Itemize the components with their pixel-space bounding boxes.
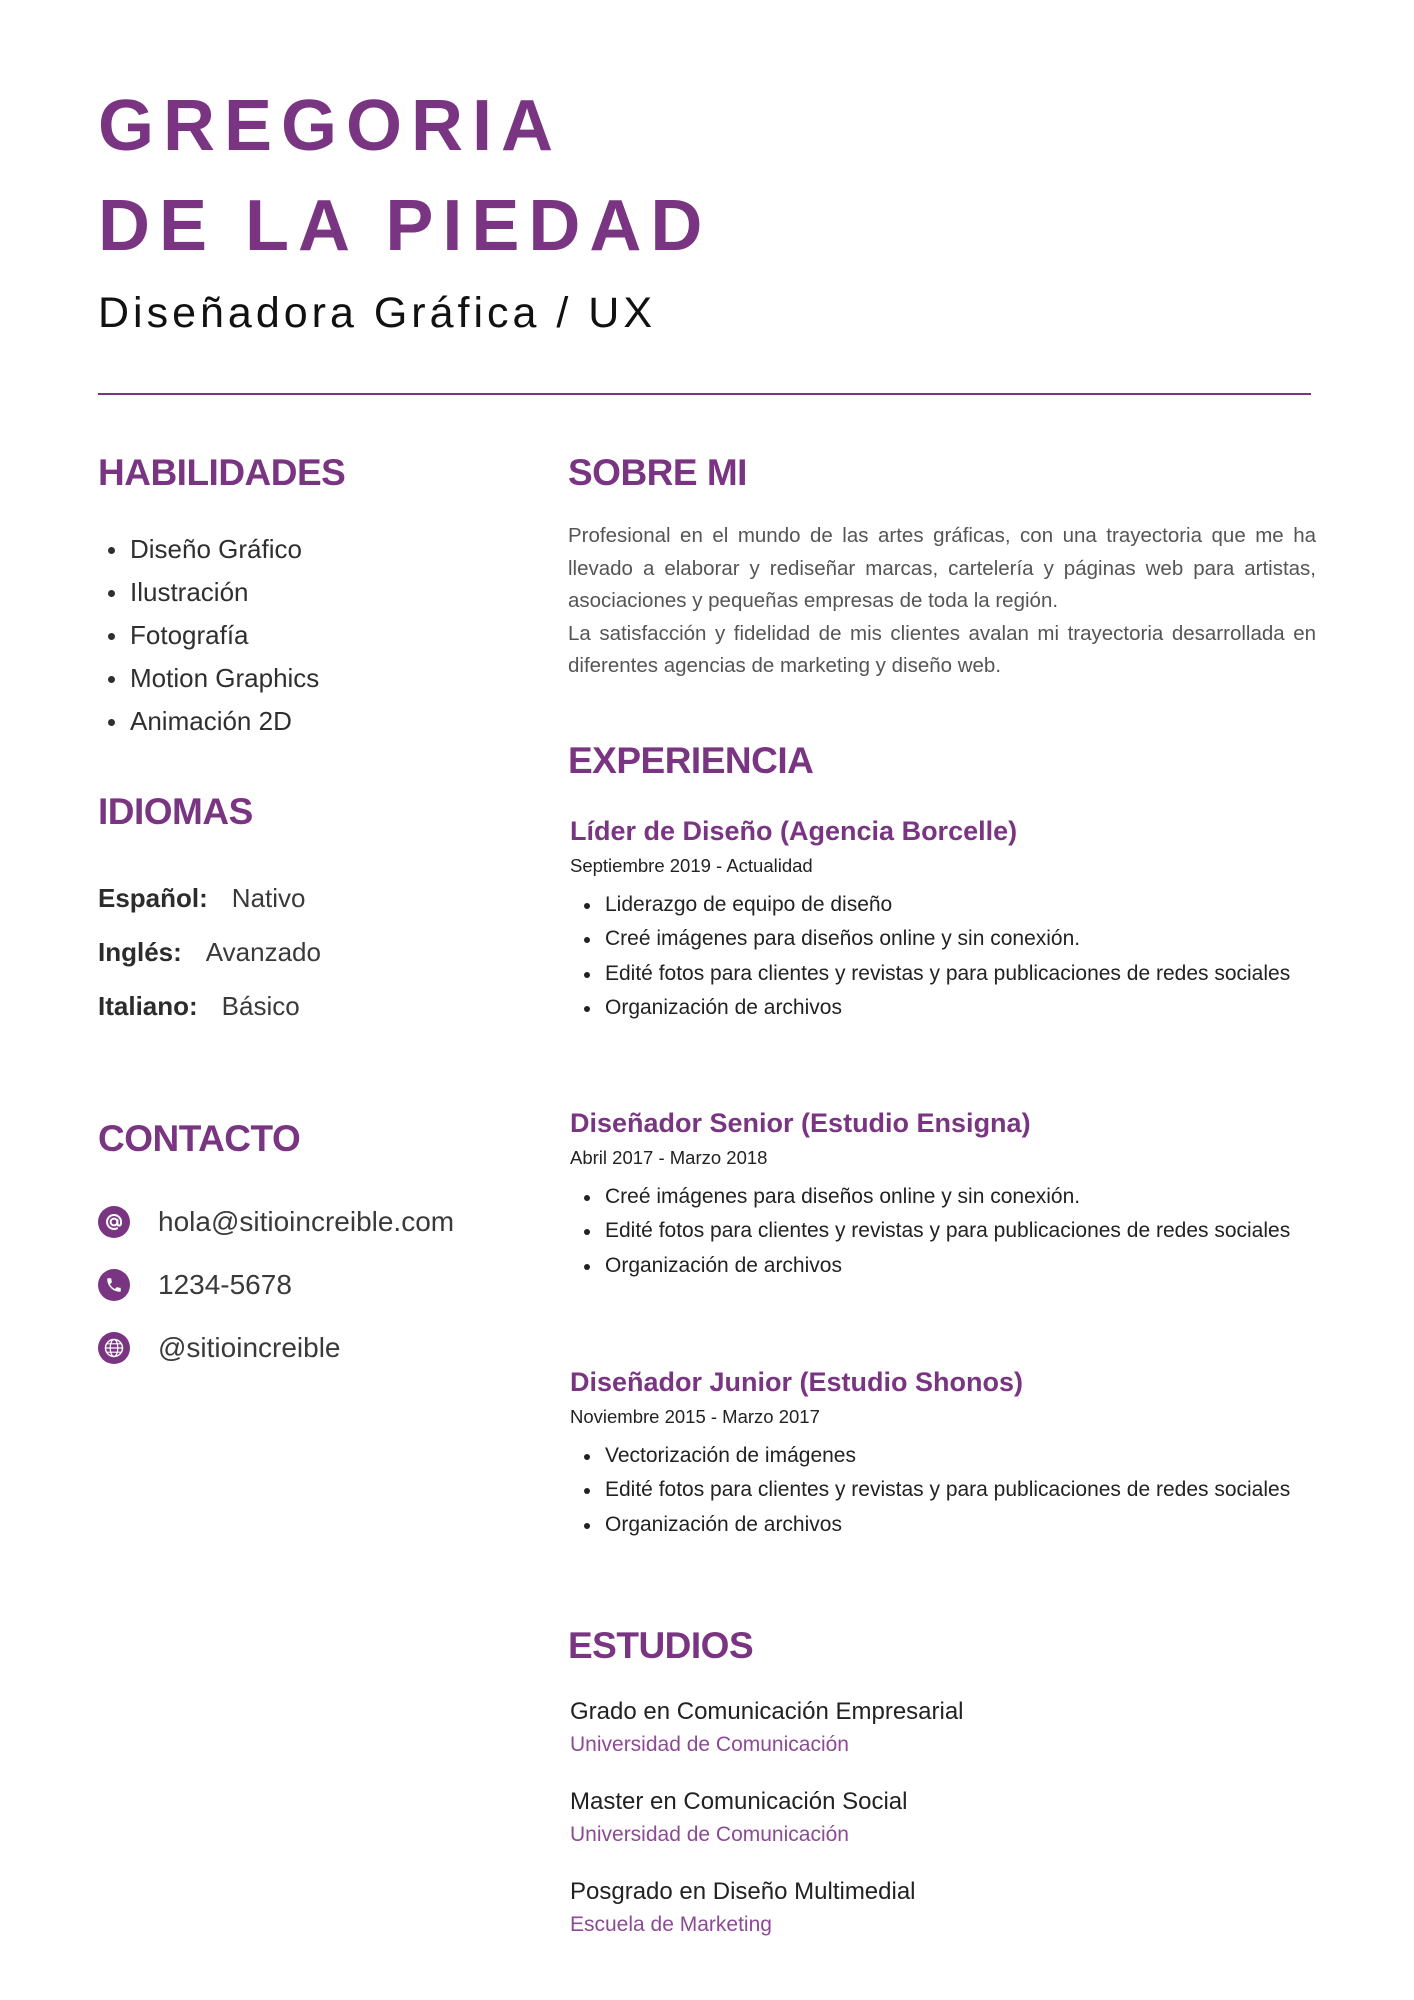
job-role: Diseñador Junior (Estudio Shonos) <box>570 1367 1024 1397</box>
job-tasks: Creé imágenes para diseños online y sin … <box>570 1180 1330 1284</box>
experience-item: Diseñador Senior (Estudio Ensigna) Abril… <box>570 1110 1330 1283</box>
education-degree: Master en Comunicación Social <box>570 1788 908 1815</box>
education-school: Escuela de Marketing <box>570 1913 772 1936</box>
job-dates: Noviembre 2015 - Marzo 2017 <box>570 1406 820 1427</box>
job-role: Líder de Diseño (Agencia Borcelle) <box>570 816 1018 846</box>
phone-icon <box>98 1269 130 1301</box>
education-item: Master en Comunicación Social Universida… <box>570 1788 908 1846</box>
contact-email-text: hola@sitioincreible.com <box>158 1206 455 1237</box>
language-label: Inglés: <box>98 937 182 967</box>
about-text: Profesional en el mundo de las artes grá… <box>568 520 1316 683</box>
skill-item: Fotografía <box>98 614 319 657</box>
first-name: GREGORIA <box>98 86 563 166</box>
skill-item: Motion Graphics <box>98 657 319 700</box>
contact-email[interactable]: hola@sitioincreible.com <box>98 1205 454 1239</box>
education-degree: Grado en Comunicación Empresarial <box>570 1698 964 1725</box>
education-school: Universidad de Comunicación <box>570 1733 849 1756</box>
skills-heading: HABILIDADES <box>98 452 346 493</box>
experience-item: Diseñador Junior (Estudio Shonos) Noviem… <box>570 1369 1330 1542</box>
skill-item: Animación 2D <box>98 700 319 743</box>
job-role: Diseñador Senior (Estudio Ensigna) <box>570 1108 1031 1138</box>
education-degree: Posgrado en Diseño Multimedial <box>570 1878 916 1905</box>
about-heading: SOBRE MI <box>568 452 747 493</box>
about-paragraph: La satisfacción y fidelidad de mis clien… <box>568 621 1316 678</box>
job-task: Vectorización de imágenes <box>570 1439 1345 1474</box>
skill-item: Ilustración <box>98 571 319 614</box>
education-school: Universidad de Comunicación <box>570 1823 849 1846</box>
job-dates: Septiembre 2019 - Actualidad <box>570 855 813 876</box>
language-row: Italiano: Básico <box>98 993 300 1019</box>
contact-web-text: @sitioincreible <box>158 1332 341 1363</box>
education-heading: ESTUDIOS <box>568 1625 754 1666</box>
job-task: Organización de archivos <box>570 991 1345 1026</box>
contact-web[interactable]: @sitioincreible <box>98 1331 341 1365</box>
education-item: Grado en Comunicación Empresarial Univer… <box>570 1698 964 1756</box>
at-icon <box>98 1206 130 1238</box>
language-label: Italiano: <box>98 991 198 1021</box>
language-row: Inglés: Avanzado <box>98 939 321 965</box>
job-tasks: Vectorización de imágenes Edité fotos pa… <box>570 1439 1330 1543</box>
job-task: Organización de archivos <box>570 1249 1345 1284</box>
job-dates: Abril 2017 - Marzo 2018 <box>570 1147 768 1168</box>
language-level: Nativo <box>231 883 306 913</box>
education-item: Posgrado en Diseño Multimedial Escuela d… <box>570 1878 916 1936</box>
skill-item: Diseño Gráfico <box>98 528 319 571</box>
experience-heading: EXPERIENCIA <box>568 740 814 781</box>
languages-heading: IDIOMAS <box>98 791 253 832</box>
language-level: Avanzado <box>205 937 321 967</box>
experience-item: Líder de Diseño (Agencia Borcelle) Septi… <box>570 818 1330 1026</box>
skills-list: Diseño Gráfico Ilustración Fotografía Mo… <box>98 528 319 743</box>
last-name: DE LA PIEDAD <box>98 186 712 266</box>
header-divider <box>98 393 1311 395</box>
globe-icon <box>98 1332 130 1364</box>
language-label: Español: <box>98 883 208 913</box>
contact-heading: CONTACTO <box>98 1118 301 1159</box>
job-task: Organización de archivos <box>570 1508 1345 1543</box>
language-level: Básico <box>221 991 300 1021</box>
contact-phone[interactable]: 1234-5678 <box>98 1268 292 1302</box>
about-paragraph: Profesional en el mundo de las artes grá… <box>568 524 1316 612</box>
job-task: Liderazgo de equipo de diseño <box>570 888 1345 923</box>
job-tasks: Liderazgo de equipo de diseño Creé imáge… <box>570 888 1330 1026</box>
contact-phone-text: 1234-5678 <box>158 1269 292 1300</box>
job-task: Edité fotos para clientes y revistas y p… <box>570 1473 1345 1508</box>
job-title: Diseñadora Gráfica / UX <box>98 289 657 337</box>
job-task: Creé imágenes para diseños online y sin … <box>570 1180 1345 1215</box>
job-task: Creé imágenes para diseños online y sin … <box>570 922 1345 957</box>
language-row: Español: Nativo <box>98 885 306 911</box>
job-task: Edité fotos para clientes y revistas y p… <box>570 1214 1345 1249</box>
job-task: Edité fotos para clientes y revistas y p… <box>570 957 1345 992</box>
